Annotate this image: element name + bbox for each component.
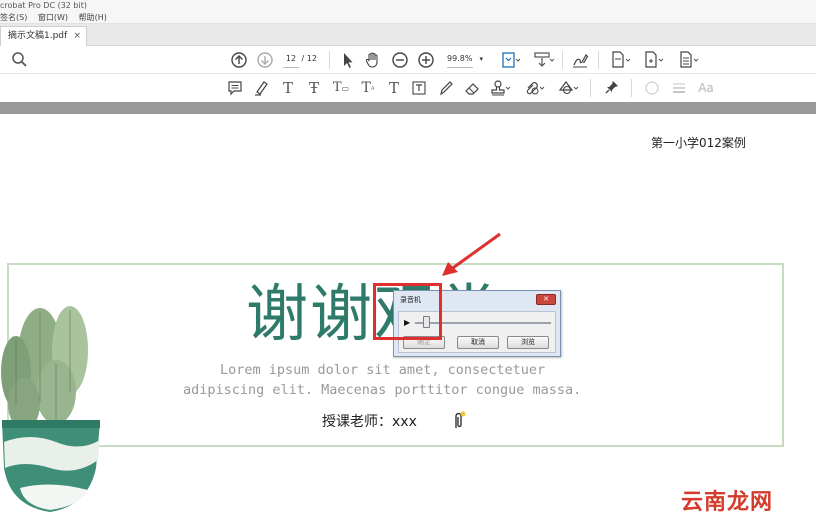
tab-bar: 摘示文稿1.pdf ×	[0, 24, 816, 46]
cancel-button[interactable]: 取消	[457, 336, 499, 349]
document-tab[interactable]: 摘示文稿1.pdf ×	[0, 26, 87, 46]
document-header: 第一小学012案例	[651, 136, 746, 150]
window-title-bar: crobat Pro DC (32 bit)	[0, 0, 816, 11]
attach-icon[interactable]	[523, 78, 547, 98]
page-number-field[interactable]: 12 / 12	[283, 51, 317, 68]
highlight-icon[interactable]	[252, 78, 270, 98]
file-icon[interactable]	[642, 50, 666, 70]
lorem-line-2: adipiscing elit. Maecenas porttitor cong…	[183, 382, 582, 398]
font-icon[interactable]: Aa	[696, 78, 716, 98]
export-icon[interactable]	[609, 50, 633, 70]
zoom-value[interactable]: 99.8%	[447, 51, 473, 68]
toolbar-separator	[598, 51, 599, 69]
sign-icon[interactable]	[570, 50, 590, 70]
zoom-out-icon[interactable]	[390, 50, 410, 70]
document-top-edge	[0, 102, 816, 114]
zoom-in-icon[interactable]	[416, 50, 436, 70]
window-title: crobat Pro DC (32 bit)	[0, 1, 87, 10]
comment-page-icon[interactable]	[677, 50, 701, 70]
toolbar-separator	[562, 51, 563, 69]
sticky-note-icon[interactable]	[226, 78, 244, 98]
text-box-icon[interactable]	[410, 78, 428, 98]
page-total: / 12	[301, 54, 317, 63]
red-arrow-icon	[442, 232, 501, 276]
strikethrough-icon[interactable]: Ŧ	[305, 78, 323, 98]
stamp-icon[interactable]	[489, 78, 513, 98]
document-tab-label: 摘示文稿1.pdf	[8, 31, 68, 41]
hand-icon[interactable]	[363, 50, 383, 70]
page-current[interactable]: 12	[283, 51, 299, 68]
menu-bar: 签名(S) 窗口(W) 帮助(H)	[0, 11, 816, 24]
zoom-tool-icon[interactable]	[10, 50, 30, 70]
line-weight-icon[interactable]	[670, 78, 688, 98]
fit-page-icon[interactable]	[500, 50, 522, 70]
eraser-icon[interactable]	[463, 78, 481, 98]
pencil-icon[interactable]	[437, 78, 455, 98]
color-icon[interactable]	[643, 78, 661, 98]
main-toolbar: 12 / 12 99.8% ▾	[0, 46, 816, 74]
attachment-pin-icon[interactable]	[451, 411, 467, 431]
comment-toolbar: T Ŧ T▭ Tᴬ T Aa	[0, 74, 816, 102]
close-tab-icon[interactable]: ×	[73, 27, 81, 46]
pin-icon[interactable]	[603, 78, 621, 98]
toolbar-separator	[329, 51, 330, 69]
teacher-text: 授课老师：xxx	[322, 414, 417, 430]
shapes-icon[interactable]	[557, 78, 581, 98]
lorem-line-1: Lorem ipsum dolor sit amet, consectetuer	[220, 362, 546, 378]
insert-text-icon[interactable]: Tᴬ	[358, 78, 378, 98]
replace-text-icon[interactable]: T▭	[331, 78, 351, 98]
browse-button[interactable]: 浏览	[507, 336, 549, 349]
watermark-text: 云南龙网	[681, 490, 774, 515]
zoom-level-select[interactable]: 99.8% ▾	[447, 51, 483, 68]
previous-page-icon[interactable]	[229, 50, 249, 70]
menu-item-sign[interactable]: 签名(S)	[0, 11, 27, 24]
next-page-icon[interactable]	[255, 50, 275, 70]
add-text-icon[interactable]: T	[385, 78, 403, 98]
highlight-box	[373, 283, 442, 340]
menu-item-window[interactable]: 窗口(W)	[38, 11, 68, 24]
toolbar-separator	[590, 79, 591, 97]
dialog-close-button[interactable]: ✕	[536, 294, 556, 305]
menu-item-help[interactable]: 帮助(H)	[79, 11, 107, 24]
toolbar-separator	[631, 79, 632, 97]
text-underline-icon[interactable]: T	[279, 78, 297, 98]
chevron-down-icon[interactable]: ▾	[480, 55, 484, 63]
scroll-mode-icon[interactable]	[532, 50, 554, 70]
cactus-illustration	[1, 306, 100, 512]
select-arrow-icon[interactable]	[338, 50, 358, 70]
